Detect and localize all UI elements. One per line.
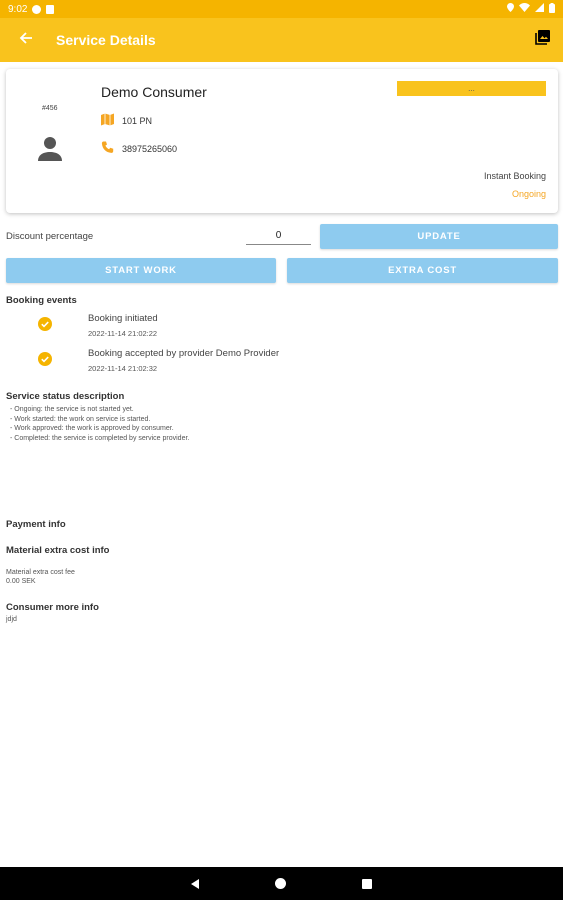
battery-icon [549, 2, 555, 16]
address-text: 101 PN [122, 115, 153, 126]
app-bar: Service Details [0, 18, 563, 62]
signal-icon [535, 3, 544, 15]
discount-label: Discount percentage [6, 231, 94, 242]
wifi-icon [519, 3, 530, 15]
status-bar: 9:02 [0, 0, 563, 18]
extra-cost-button[interactable]: EXTRA COST [287, 258, 558, 283]
clock: 9:02 [8, 3, 28, 15]
payment-info-title: Payment info [6, 519, 66, 530]
material-extra-cost-title: Material extra cost info [6, 545, 110, 556]
page-title: Service Details [56, 32, 156, 48]
booking-events-title: Booking events [6, 295, 77, 306]
event-title: Booking accepted by provider Demo Provid… [88, 348, 280, 359]
back-button[interactable] [0, 18, 52, 62]
booking-code: #456 [42, 105, 58, 112]
person-icon [38, 137, 62, 161]
sim-icon [46, 4, 55, 14]
consumer-name: Demo Consumer [101, 84, 207, 100]
phone-icon [101, 141, 114, 156]
gallery-button[interactable] [533, 30, 551, 50]
start-work-button[interactable]: START WORK [6, 258, 276, 283]
avatar [36, 135, 64, 163]
description-line: - Ongoing: the service is not started ye… [10, 406, 134, 413]
check-circle-icon [38, 317, 52, 331]
consumer-more-info-value: jdjd [6, 616, 17, 623]
status-badge: ... [397, 81, 546, 96]
phone-row[interactable]: 38975265060 [101, 141, 177, 156]
extra-cost-fee-value: 0.00 SEK [6, 578, 36, 585]
booking-status: Ongoing [511, 189, 546, 199]
extra-cost-fee-label: Material extra cost fee [6, 569, 75, 576]
phone-text: 38975265060 [122, 143, 178, 154]
map-icon [101, 113, 114, 128]
location-icon [507, 3, 514, 15]
event-title: Booking initiated [88, 313, 158, 324]
list-item: Booking initiated 2022-11-14 21:02:22 [38, 313, 438, 343]
nav-home-icon[interactable] [275, 878, 286, 889]
list-item: Booking accepted by provider Demo Provid… [38, 348, 438, 378]
address-row: 101 PN [101, 113, 152, 128]
event-time: 2022-11-14 21:02:22 [88, 329, 158, 338]
arrow-back-icon [19, 31, 33, 50]
photo-library-icon [534, 30, 550, 50]
event-time: 2022-11-14 21:02:32 [88, 364, 158, 373]
consumer-more-info-title: Consumer more info [6, 602, 99, 613]
description-line: - Work approved: the work is approved by… [10, 425, 174, 432]
system-nav-bar [0, 867, 563, 900]
description-line: - Work started: the work on service is s… [10, 415, 151, 423]
check-circle-icon [38, 352, 52, 366]
booking-type: Instant Booking [483, 171, 546, 181]
description-line: - Completed: the service is completed by… [10, 434, 190, 442]
status-description-list: - Ongoing: the service is not started ye… [10, 405, 189, 443]
discount-input[interactable] [246, 227, 311, 245]
status-description-title: Service status description [6, 391, 125, 402]
update-button[interactable]: UPDATE [320, 224, 558, 249]
consumer-card[interactable]: #456 Demo Consumer 101 PN 38975265060 ..… [6, 69, 558, 213]
nav-back-icon[interactable] [191, 878, 199, 889]
nav-recent-apps-icon[interactable] [362, 878, 372, 889]
notification-icon [32, 4, 42, 14]
